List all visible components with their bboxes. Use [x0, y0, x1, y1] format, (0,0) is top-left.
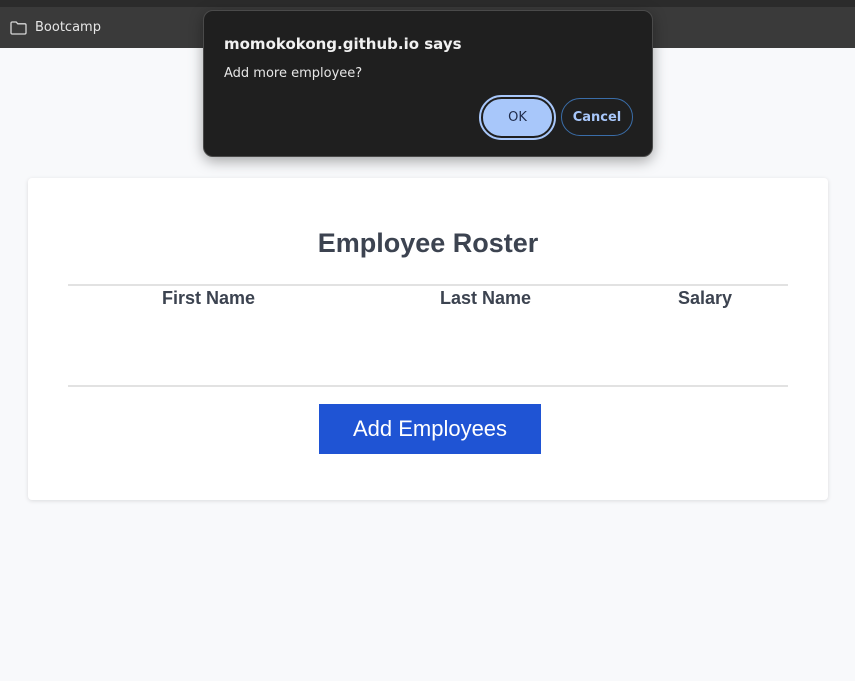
folder-icon	[10, 20, 27, 35]
dialog-title: momokokong.github.io says	[224, 35, 462, 53]
bookmark-folder-bootcamp[interactable]: Bootcamp	[10, 20, 101, 35]
table-bottom-divider	[68, 385, 788, 387]
page-title: Employee Roster	[317, 228, 539, 258]
cancel-button[interactable]: Cancel	[561, 98, 633, 136]
employee-roster-card: Employee Roster First Name Last Name Sal…	[28, 178, 828, 500]
bookmark-label: Bootcamp	[35, 20, 101, 35]
column-header-last-name: Last Name	[440, 288, 532, 308]
ok-button[interactable]: OK	[479, 95, 556, 140]
browser-top-strip	[0, 0, 855, 7]
table-top-divider	[68, 284, 788, 286]
add-employees-button[interactable]: Add Employees	[319, 404, 541, 454]
confirm-dialog: momokokong.github.io says Add more emplo…	[203, 10, 653, 157]
column-header-first-name: First Name	[162, 288, 256, 308]
dialog-message: Add more employee?	[224, 66, 363, 81]
column-header-salary: Salary	[678, 288, 733, 308]
